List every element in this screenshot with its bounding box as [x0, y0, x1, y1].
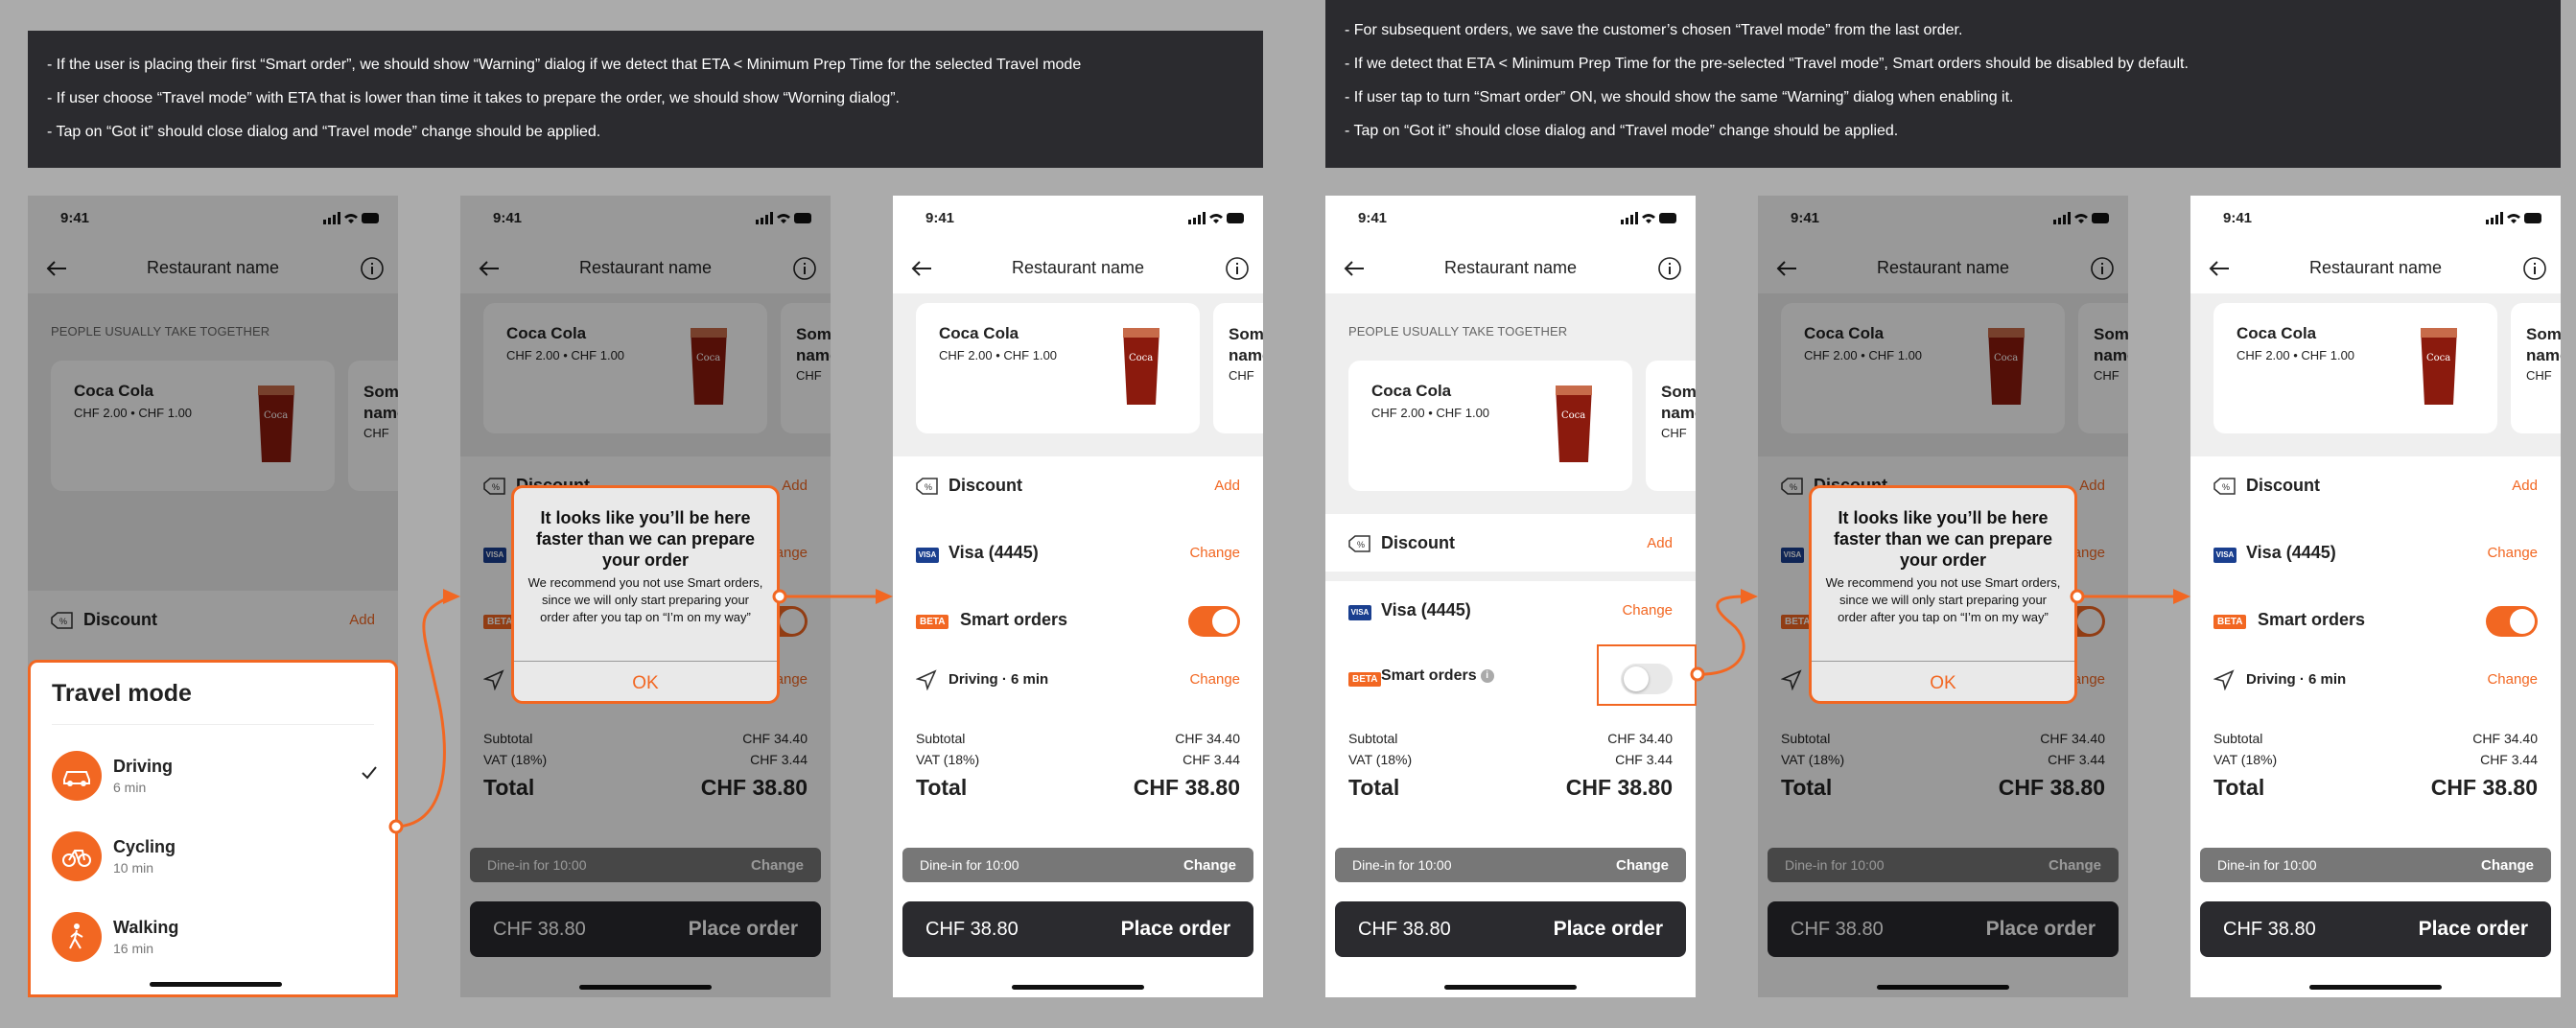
flow-arrow [772, 589, 878, 604]
arrowhead [443, 589, 460, 604]
arrowhead [2173, 589, 2190, 604]
flow-arrow [388, 595, 452, 834]
arrowhead [876, 589, 893, 604]
flow-arrow [1690, 595, 1745, 682]
flow-arrow [2070, 589, 2175, 604]
arrowhead [1741, 589, 1758, 604]
flow-arrows [388, 589, 2190, 834]
